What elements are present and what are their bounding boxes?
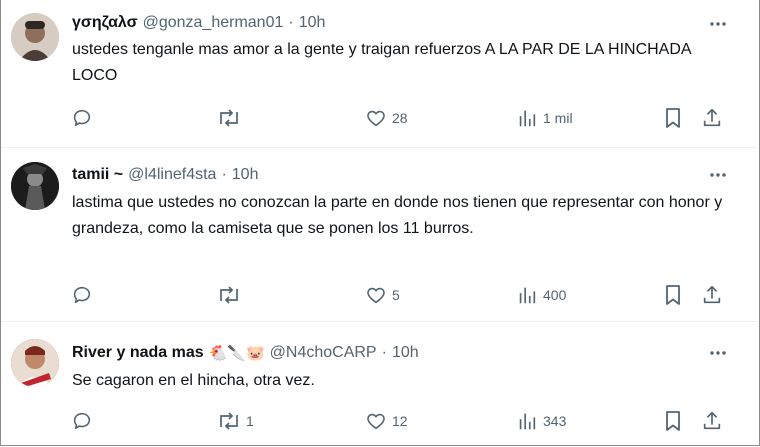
- separator-dot: ·: [381, 344, 387, 361]
- action-bar: 5 400: [71, 283, 731, 307]
- separator-dot: ·: [288, 14, 294, 31]
- views-button[interactable]: 343: [516, 409, 566, 433]
- more-dots-icon[interactable]: [707, 164, 729, 186]
- display-name[interactable]: tamii ~: [72, 166, 123, 184]
- retweet-button[interactable]: 1: [217, 409, 254, 433]
- avatar[interactable]: [11, 162, 59, 210]
- reply-button[interactable]: [71, 409, 98, 433]
- like-button[interactable]: 28: [365, 106, 408, 130]
- user-handle[interactable]: @gonza_herman01: [143, 14, 284, 32]
- name-emojis: 🐔🔪🐷: [208, 345, 265, 362]
- reply-icon: [71, 410, 93, 432]
- bookmark-icon: [663, 284, 683, 306]
- separator-dot: ·: [221, 166, 227, 183]
- tweet-header: River y nada mas 🐔🔪🐷 @N4choCARP · 10h: [72, 342, 419, 364]
- timestamp[interactable]: 10h: [299, 14, 326, 32]
- tweet-header: γσηζαλσ @gonza_herman01 · 10h: [72, 12, 325, 34]
- share-icon: [701, 410, 723, 432]
- display-name[interactable]: γσηζαλσ: [72, 14, 138, 32]
- display-name[interactable]: River y nada mas: [72, 344, 204, 362]
- reply-icon: [71, 107, 93, 129]
- retweet-count: 1: [246, 413, 254, 429]
- action-bar: 1 12 343: [71, 409, 731, 433]
- share-button[interactable]: [701, 283, 723, 307]
- heart-icon: [365, 284, 387, 306]
- share-button[interactable]: [701, 409, 723, 433]
- like-count: 12: [392, 413, 408, 429]
- action-bar: 28 1 mil: [71, 106, 731, 130]
- views-button[interactable]: 1 mil: [516, 106, 573, 130]
- heart-icon: [365, 107, 387, 129]
- more-dots-icon[interactable]: [707, 342, 729, 364]
- reply-button[interactable]: [71, 283, 98, 307]
- reply-icon: [71, 284, 93, 306]
- avatar[interactable]: [11, 13, 59, 61]
- bookmark-icon: [663, 107, 683, 129]
- view-count: 343: [543, 413, 567, 429]
- bookmark-button[interactable]: [663, 409, 683, 433]
- like-count: 28: [392, 110, 408, 126]
- view-count: 400: [543, 287, 567, 303]
- tweet-text: lastima que ustedes no conozcan la parte…: [72, 194, 723, 237]
- retweet-button[interactable]: [217, 106, 246, 130]
- retweet-icon: [217, 410, 241, 432]
- bookmark-button[interactable]: [663, 106, 683, 130]
- user-handle[interactable]: @N4choCARP: [270, 344, 377, 362]
- views-button[interactable]: 400: [516, 283, 566, 307]
- timestamp[interactable]: 10h: [392, 344, 419, 362]
- tweet-2[interactable]: tamii ~ @l4linef4sta · 10h lastima que u…: [1, 148, 757, 320]
- tweet-3[interactable]: River y nada mas 🐔🔪🐷 @N4choCARP · 10h Se…: [1, 322, 757, 446]
- avatar[interactable]: [11, 339, 59, 387]
- views-chart-icon: [516, 107, 538, 129]
- tweet-text: ustedes tenganle mas amor a la gente y t…: [72, 41, 691, 84]
- timestamp[interactable]: 10h: [232, 166, 259, 184]
- views-chart-icon: [516, 284, 538, 306]
- like-button[interactable]: 12: [365, 409, 408, 433]
- view-count: 1 mil: [543, 110, 573, 126]
- share-button[interactable]: [701, 106, 723, 130]
- user-handle[interactable]: @l4linef4sta: [128, 166, 216, 184]
- more-dots-icon[interactable]: [707, 13, 729, 35]
- heart-icon: [365, 410, 387, 432]
- tweet-1[interactable]: γσηζαλσ @gonza_herman01 · 10h ustedes te…: [1, 0, 757, 147]
- share-icon: [701, 284, 723, 306]
- bookmark-button[interactable]: [663, 283, 683, 307]
- retweet-icon: [217, 284, 241, 306]
- bookmark-icon: [663, 410, 683, 432]
- tweet-header: tamii ~ @l4linef4sta · 10h: [72, 164, 258, 186]
- views-chart-icon: [516, 410, 538, 432]
- timeline-frame: γσηζαλσ @gonza_herman01 · 10h ustedes te…: [0, 0, 760, 446]
- like-button[interactable]: 5: [365, 283, 400, 307]
- share-icon: [701, 107, 723, 129]
- like-count: 5: [392, 287, 400, 303]
- reply-button[interactable]: [71, 106, 98, 130]
- tweet-text: Se cagaron en el hincha, otra vez.: [72, 372, 315, 389]
- retweet-icon: [217, 107, 241, 129]
- retweet-button[interactable]: [217, 283, 246, 307]
